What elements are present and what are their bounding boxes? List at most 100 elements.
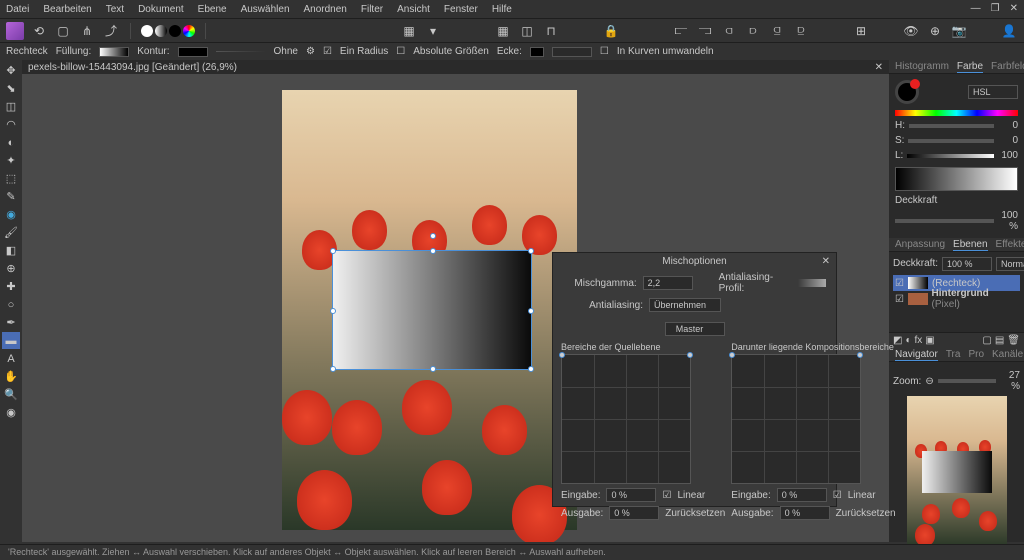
lasso-tool-icon[interactable]: ◠ — [2, 116, 20, 133]
dest-curve[interactable] — [731, 354, 861, 484]
flood-select-icon[interactable]: ✦ — [2, 152, 20, 169]
open-icon[interactable]: ▢ — [54, 22, 72, 40]
fill-swatch[interactable] — [99, 47, 129, 57]
hand-tool-icon[interactable]: ✋ — [2, 368, 20, 385]
document-canvas[interactable] — [282, 90, 577, 530]
tab-navigator[interactable]: Navigator — [895, 349, 938, 361]
navigator-preview[interactable] — [907, 396, 1007, 546]
dashboard-icon[interactable]: ▦ — [494, 22, 512, 40]
menu-bearbeiten[interactable]: Bearbeiten — [43, 4, 91, 15]
color-adjust-icons[interactable] — [141, 25, 195, 37]
user-icon[interactable]: 👤 — [1000, 22, 1018, 40]
align-right-icon[interactable]: ⫏ — [720, 22, 738, 40]
heal-tool-icon[interactable]: ✚ — [2, 278, 20, 295]
stroke-style[interactable]: Ohne — [274, 46, 298, 57]
fx-icon[interactable]: fx — [915, 335, 923, 346]
dodge-tool-icon[interactable]: ○ — [2, 296, 20, 313]
tab-kanaele[interactable]: Kanäle — [992, 349, 1023, 360]
align-bottom-icon[interactable]: ⫒ — [792, 22, 810, 40]
dst-input[interactable]: 0 % — [777, 488, 827, 502]
menu-filter[interactable]: Filter — [361, 4, 383, 15]
share-icon[interactable]: ⤴ — [102, 22, 120, 40]
eraser-tool-icon[interactable]: ◧ — [2, 242, 20, 259]
tab-effekte[interactable]: Effekte — [996, 239, 1024, 250]
align-center-icon[interactable]: ⫎ — [696, 22, 714, 40]
src-input[interactable]: 0 % — [606, 488, 656, 502]
brush-tool-icon[interactable]: 🖌 — [2, 224, 20, 241]
menu-dokument[interactable]: Dokument — [138, 4, 184, 15]
clone-tool-icon[interactable]: ⊕ — [2, 260, 20, 277]
menu-ansicht[interactable]: Ansicht — [397, 4, 430, 15]
menu-auswaehlen[interactable]: Auswählen — [241, 4, 290, 15]
abs-checkbox[interactable]: Absolute Größen — [413, 46, 489, 57]
tab-tra[interactable]: Tra — [946, 349, 961, 360]
document-tab[interactable]: pexels-billow-15443094.jpg [Geändert] (2… — [22, 60, 889, 74]
tab-anpassung[interactable]: Anpassung — [895, 239, 945, 250]
menu-anordnen[interactable]: Anordnen — [304, 4, 347, 15]
close-icon[interactable]: ✕ — [1010, 3, 1018, 14]
color-mode-dropdown[interactable]: HSL — [968, 85, 1018, 99]
src-output[interactable]: 0 % — [609, 506, 659, 520]
corner-value[interactable] — [552, 47, 592, 57]
camera-icon[interactable]: 📷 — [950, 22, 968, 40]
snap-checkbox[interactable]: Ein Radius — [340, 46, 388, 57]
panel-icon[interactable]: ◫ — [518, 22, 536, 40]
stroke-swatch[interactable] — [178, 47, 208, 57]
opacity-slider[interactable] — [895, 219, 994, 223]
assist-icon[interactable]: ⊕ — [926, 22, 944, 40]
layer-opacity[interactable]: 100 % — [942, 257, 992, 271]
adjust-icon[interactable]: ◐ — [905, 335, 911, 346]
eye-icon[interactable]: 👁 — [902, 22, 920, 40]
blend-mode-dropdown[interactable]: Normal — [996, 257, 1024, 271]
tab-histogram[interactable]: Histogramm — [895, 61, 949, 72]
lock-icon[interactable]: 🔒 — [602, 22, 620, 40]
color-picker-icon[interactable]: ✎ — [2, 188, 20, 205]
pen-tool-icon[interactable]: ✒ — [2, 314, 20, 331]
dialog-close-icon[interactable]: ✕ — [822, 256, 830, 267]
menu-hilfe[interactable]: Hilfe — [492, 4, 512, 15]
tab-pro[interactable]: Pro — [968, 349, 984, 360]
maximize-icon[interactable]: ❐ — [991, 3, 1000, 14]
gamma-dropdown[interactable]: 2,2 — [643, 276, 693, 290]
align-left-icon[interactable]: ⫍ — [672, 22, 690, 40]
aa-profile-preview[interactable] — [798, 279, 826, 287]
artboard-tool-icon[interactable]: ◫ — [2, 98, 20, 115]
channel-dropdown[interactable]: Master — [665, 322, 725, 336]
aa-dropdown[interactable]: Übernehmen — [649, 298, 721, 312]
gear-icon[interactable]: ⚙ — [306, 46, 315, 57]
dropdown-icon[interactable]: ▾ — [424, 22, 442, 40]
source-curve[interactable] — [561, 354, 691, 484]
grid-icon[interactable]: ▦ — [400, 22, 418, 40]
l-slider[interactable] — [907, 154, 994, 158]
stroke-preview[interactable] — [216, 51, 266, 52]
dst-reset-button[interactable]: Zurücksetzen — [836, 508, 896, 519]
minimize-icon[interactable]: — — [971, 3, 981, 14]
menu-datei[interactable]: Datei — [6, 4, 29, 15]
tab-farbfelder[interactable]: Farbfelder — [991, 61, 1024, 72]
hue-slider[interactable] — [895, 110, 1018, 116]
node-tool-icon[interactable]: ⬊ — [2, 80, 20, 97]
corner-type[interactable] — [530, 47, 544, 57]
zoom-slider[interactable] — [938, 379, 996, 383]
selected-rectangle[interactable] — [332, 250, 532, 370]
gradient-preview[interactable] — [895, 167, 1018, 191]
gradient-tool-icon[interactable]: ◉ — [2, 206, 20, 223]
layer-background[interactable]: ☑ Hintergrund (Pixel) — [893, 291, 1020, 307]
convert-button[interactable]: In Kurven umwandeln — [617, 46, 714, 57]
color-well-icon[interactable] — [895, 80, 919, 104]
h-slider[interactable] — [909, 124, 994, 128]
sync-icon[interactable]: ⟲ — [30, 22, 48, 40]
tab-farbe[interactable]: Farbe — [957, 61, 983, 73]
crop-icon[interactable]: ▣ — [925, 335, 934, 346]
menu-text[interactable]: Text — [106, 4, 124, 15]
shape-tool-icon[interactable]: ▬ — [2, 332, 20, 349]
view-tool-icon[interactable]: ◉ — [2, 404, 20, 421]
text-tool-icon[interactable]: A — [2, 350, 20, 367]
add-layer-icon[interactable]: ▤ — [995, 335, 1004, 346]
group-icon[interactable]: ▢ — [982, 335, 991, 346]
crop-tool-icon[interactable]: ⬚ — [2, 170, 20, 187]
align-middle-icon[interactable]: ⫑ — [768, 22, 786, 40]
s-slider[interactable] — [908, 139, 994, 143]
tab-ebenen[interactable]: Ebenen — [953, 239, 987, 251]
snap-icon[interactable]: ⊞ — [852, 22, 870, 40]
